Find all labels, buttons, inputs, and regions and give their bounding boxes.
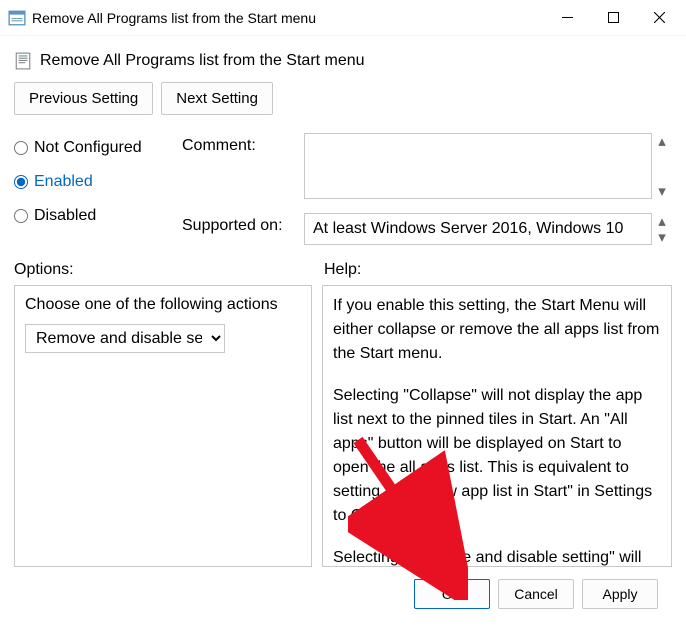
state-radio-group: Not Configured Enabled Disabled <box>14 133 170 245</box>
supported-value: At least Windows Server 2016, Windows 10 <box>304 213 652 245</box>
close-button[interactable] <box>636 3 682 33</box>
action-select[interactable]: Remove and disable set <box>25 324 225 353</box>
comment-scrollbar[interactable]: ▴ ▾ <box>652 133 672 199</box>
help-panel[interactable]: If you enable this setting, the Start Me… <box>322 285 672 567</box>
policy-title: Remove All Programs list from the Start … <box>40 52 365 70</box>
options-label: Options: <box>14 261 314 279</box>
ok-button[interactable]: OK <box>414 579 490 609</box>
dialog-footer: OK Cancel Apply <box>14 567 672 609</box>
dialog-header: Remove All Programs list from the Start … <box>14 52 672 70</box>
comment-input[interactable] <box>304 133 652 199</box>
radio-enabled-label: Enabled <box>34 173 93 191</box>
supported-label: Supported on: <box>182 213 294 235</box>
previous-setting-button[interactable]: Previous Setting <box>14 82 153 115</box>
help-paragraph: If you enable this setting, the Start Me… <box>333 294 661 366</box>
scroll-up-icon[interactable]: ▴ <box>652 213 672 229</box>
cancel-button[interactable]: Cancel <box>498 579 574 609</box>
titlebar: Remove All Programs list from the Start … <box>0 0 686 36</box>
radio-not-configured-input[interactable] <box>14 141 28 155</box>
radio-not-configured-label: Not Configured <box>34 139 142 157</box>
supported-scrollbar[interactable]: ▴ ▾ <box>652 213 672 245</box>
scroll-down-icon[interactable]: ▾ <box>652 183 672 199</box>
radio-enabled[interactable]: Enabled <box>14 173 170 191</box>
scroll-down-icon[interactable]: ▾ <box>652 229 672 245</box>
radio-not-configured[interactable]: Not Configured <box>14 139 170 157</box>
scroll-up-icon[interactable]: ▴ <box>652 133 672 149</box>
help-paragraph: Selecting "Collapse" will not display th… <box>333 384 661 528</box>
radio-disabled-label: Disabled <box>34 207 96 225</box>
setting-nav: Previous Setting Next Setting <box>14 82 672 115</box>
options-choose-label: Choose one of the following actions <box>25 296 301 314</box>
radio-enabled-input[interactable] <box>14 175 28 189</box>
radio-disabled-input[interactable] <box>14 209 28 223</box>
next-setting-button[interactable]: Next Setting <box>161 82 273 115</box>
app-icon <box>8 9 26 27</box>
comment-label: Comment: <box>182 133 294 155</box>
help-paragraph: Selecting "Collapse and disable setting"… <box>333 546 661 567</box>
radio-disabled[interactable]: Disabled <box>14 207 170 225</box>
window-title: Remove All Programs list from the Start … <box>32 10 544 26</box>
apply-button[interactable]: Apply <box>582 579 658 609</box>
help-label: Help: <box>314 261 672 279</box>
maximize-button[interactable] <box>590 3 636 33</box>
policy-icon <box>14 52 32 70</box>
options-panel: Choose one of the following actions Remo… <box>14 285 312 567</box>
window-controls <box>544 3 682 33</box>
minimize-button[interactable] <box>544 3 590 33</box>
